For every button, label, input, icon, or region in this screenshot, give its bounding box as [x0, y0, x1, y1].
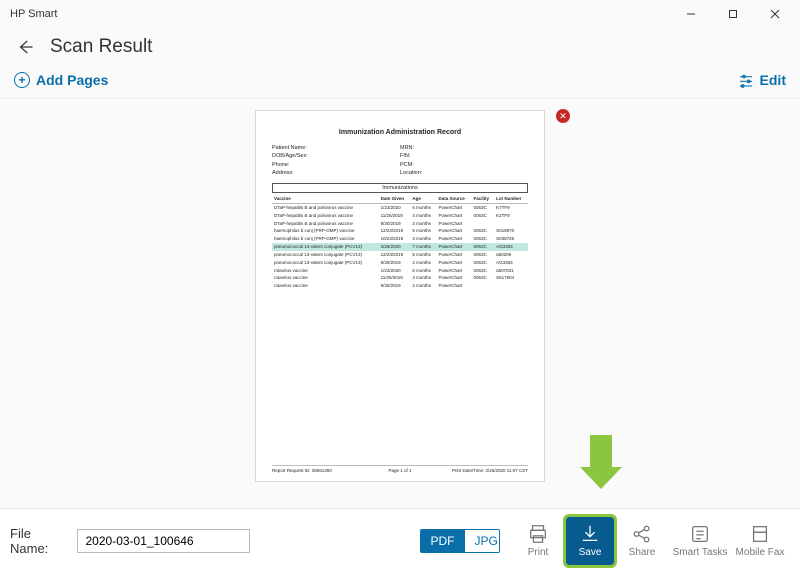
page-title: Scan Result — [50, 36, 152, 58]
table-row: rotavirus vaccine9/30/20192 monthsPowerC… — [272, 282, 528, 290]
add-pages-button[interactable]: + Add Pages — [14, 72, 108, 88]
column-header: Data Source — [436, 195, 471, 203]
filename-input[interactable] — [77, 529, 250, 553]
column-header: Lot Number — [494, 195, 528, 203]
edit-button[interactable]: Edit — [738, 72, 786, 88]
share-icon — [631, 523, 653, 545]
titlebar: HP Smart — [0, 0, 800, 28]
scanned-page[interactable]: Immunization Administration Record Patie… — [256, 111, 544, 481]
table-row: pneumococcal 13-valent conjugate (PCV13)… — [272, 259, 528, 267]
immunization-table: VaccineDate GivenAgeData SourceFacilityL… — [272, 195, 528, 290]
close-icon: ✕ — [559, 112, 567, 121]
table-row: rotavirus vaccine1/23/20206 monthsPowerC… — [272, 267, 528, 275]
table-row: DTaP-hepatitis B and poliovirus vaccine9… — [272, 220, 528, 228]
column-header: Age — [410, 195, 436, 203]
table-row: haemophilus b conj (PRP-OMP) vaccine10/2… — [272, 235, 528, 243]
mobile-fax-button[interactable]: Mobile Fax — [730, 523, 790, 558]
column-header: Date Given — [379, 195, 411, 203]
table-row: DTaP-hepatitis B and poliovirus vaccine1… — [272, 203, 528, 211]
format-jpg-option[interactable]: JPG — [465, 530, 501, 552]
table-row: rotavirus vaccine11/25/20194 monthsPower… — [272, 274, 528, 282]
column-header: Vaccine — [272, 195, 379, 203]
window-maximize-button[interactable] — [712, 0, 754, 28]
format-pdf-option[interactable]: PDF — [421, 530, 465, 552]
window-close-button[interactable] — [754, 0, 796, 28]
toolbar: + Add Pages Edit — [0, 68, 800, 99]
table-row: haemophilus b conj (PRP-OMP) vaccine12/2… — [272, 227, 528, 235]
smart-tasks-button[interactable]: Smart Tasks — [670, 523, 730, 558]
print-button[interactable]: Print — [510, 523, 566, 558]
fax-icon — [749, 523, 771, 545]
table-row: pneumococcal 13-valent conjugate (PCV13)… — [272, 243, 528, 251]
save-button[interactable]: Save — [566, 517, 614, 565]
remove-page-button[interactable]: ✕ — [556, 109, 570, 123]
back-button[interactable] — [14, 36, 36, 58]
app-title: HP Smart — [10, 8, 57, 20]
document-title: Immunization Administration Record — [272, 129, 528, 136]
sliders-icon — [738, 72, 754, 88]
add-pages-label: Add Pages — [36, 72, 108, 88]
document-footer: Report Request ID: 38561360 Page 1 of 1 … — [272, 465, 528, 473]
window-minimize-button[interactable] — [670, 0, 712, 28]
document-meta: Patient Name: DOB/Age/Sex: Phone: Addres… — [272, 144, 528, 177]
bottom-bar: File Name: PDF JPG Print Save Share Smar… — [0, 508, 800, 572]
printer-icon — [527, 523, 549, 545]
section-heading: Immunizations — [272, 183, 528, 193]
highlight-arrow — [580, 435, 622, 491]
edit-label: Edit — [760, 72, 786, 88]
table-row: pneumococcal 13-valent conjugate (PCV13)… — [272, 251, 528, 259]
download-icon — [579, 523, 601, 545]
filename-label: File Name: — [10, 526, 67, 556]
column-header: Facility — [472, 195, 495, 203]
preview-area: ✕ Immunization Administration Record Pat… — [0, 99, 800, 499]
format-toggle: PDF JPG — [420, 529, 501, 553]
header: Scan Result — [0, 28, 800, 68]
table-row: DTaP-hepatitis B and poliovirus vaccine1… — [272, 212, 528, 220]
smart-tasks-icon — [689, 523, 711, 545]
plus-circle-icon: + — [14, 72, 30, 88]
share-button[interactable]: Share — [614, 523, 670, 558]
